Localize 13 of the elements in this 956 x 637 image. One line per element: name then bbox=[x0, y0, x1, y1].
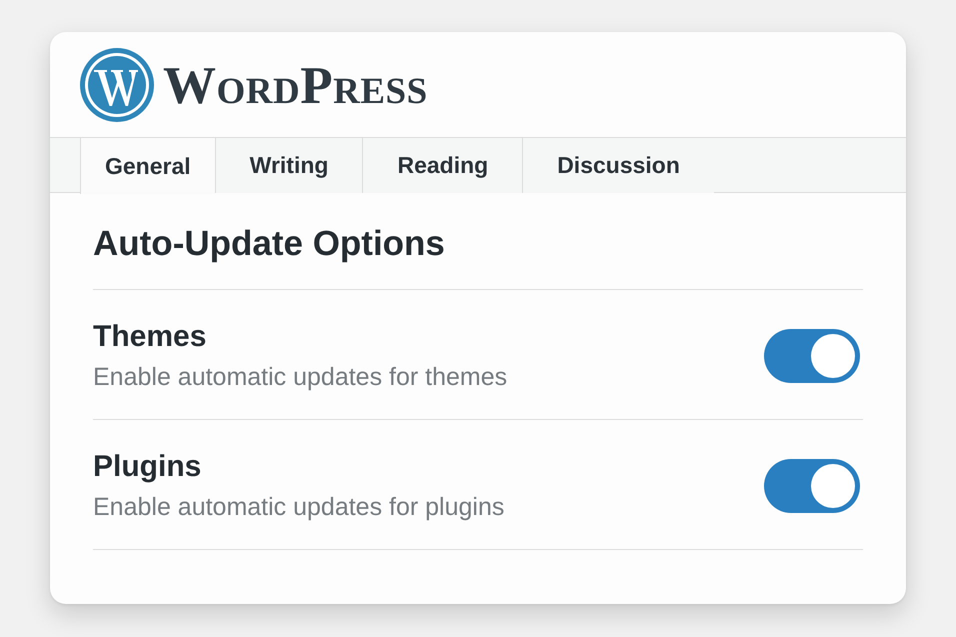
option-description: Enable automatic updates for plugins bbox=[93, 492, 504, 522]
section-title: Auto-Update Options bbox=[93, 223, 446, 265]
toggle-switch[interactable] bbox=[764, 329, 860, 383]
settings-tab[interactable]: Discussion bbox=[522, 138, 714, 193]
toggle-switch[interactable] bbox=[764, 459, 860, 513]
logo-icon bbox=[80, 48, 154, 122]
settings-tab[interactable]: General bbox=[80, 138, 215, 194]
option-title: Themes bbox=[93, 320, 208, 354]
option-description: Enable automatic updates for themes bbox=[93, 362, 508, 392]
logo-wordmark: WordPress bbox=[163, 60, 428, 113]
option-title: Plugins bbox=[93, 450, 202, 484]
settings-tab[interactable]: Writing bbox=[214, 138, 362, 193]
settings-tab[interactable]: Reading bbox=[362, 138, 522, 193]
